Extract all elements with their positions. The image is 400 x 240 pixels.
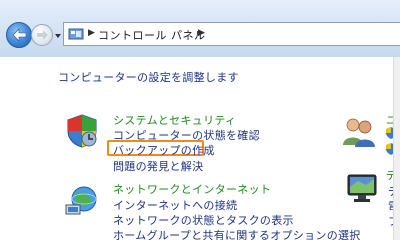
link-troubleshoot[interactable]: 問題の発見と解決 — [113, 158, 203, 174]
user-accounts-icon[interactable] — [341, 115, 377, 149]
page-title: コンピューターの設定を調整します — [58, 71, 239, 84]
network-globe-icon[interactable] — [64, 183, 100, 217]
control-panel-content: コンピューターの設定を調整します システムとセキュリティ コンピューターの状態を… — [0, 57, 400, 240]
address-bar[interactable]: ▶ コントロール パネル ▶ — [63, 22, 400, 46]
forward-button[interactable] — [31, 24, 53, 46]
link-homegroup-options[interactable]: ホームグループと共有に関するオプションの選択 — [113, 227, 361, 240]
breadcrumb-control-panel[interactable]: コントロール パネル — [98, 27, 206, 43]
link-network-status[interactable]: ネットワークの状態とタスクの表示 — [113, 212, 294, 228]
forward-arrow-icon — [37, 30, 48, 40]
back-arrow-icon — [12, 28, 27, 42]
back-button[interactable] — [6, 22, 32, 48]
category-network-internet[interactable]: ネットワークとインターネット — [113, 181, 271, 197]
control-panel-icon — [68, 28, 84, 40]
navigation-bar: ▶ コントロール パネル ▶ — [0, 0, 400, 57]
link-connect-internet[interactable]: インターネットへの接続 — [113, 197, 237, 213]
breadcrumb-chevron-icon[interactable]: ▶ — [88, 28, 95, 38]
display-monitor-icon[interactable] — [344, 173, 382, 207]
security-shield-icon[interactable] — [64, 113, 100, 149]
category-system-security[interactable]: システムとセキュリティ — [113, 112, 236, 128]
vertical-scrollbar[interactable] — [393, 57, 400, 240]
link-backup-create[interactable]: バックアップの作成 — [113, 142, 215, 158]
recent-pages-dropdown-icon[interactable] — [54, 32, 62, 40]
breadcrumb-chevron-icon[interactable]: ▶ — [198, 28, 205, 38]
